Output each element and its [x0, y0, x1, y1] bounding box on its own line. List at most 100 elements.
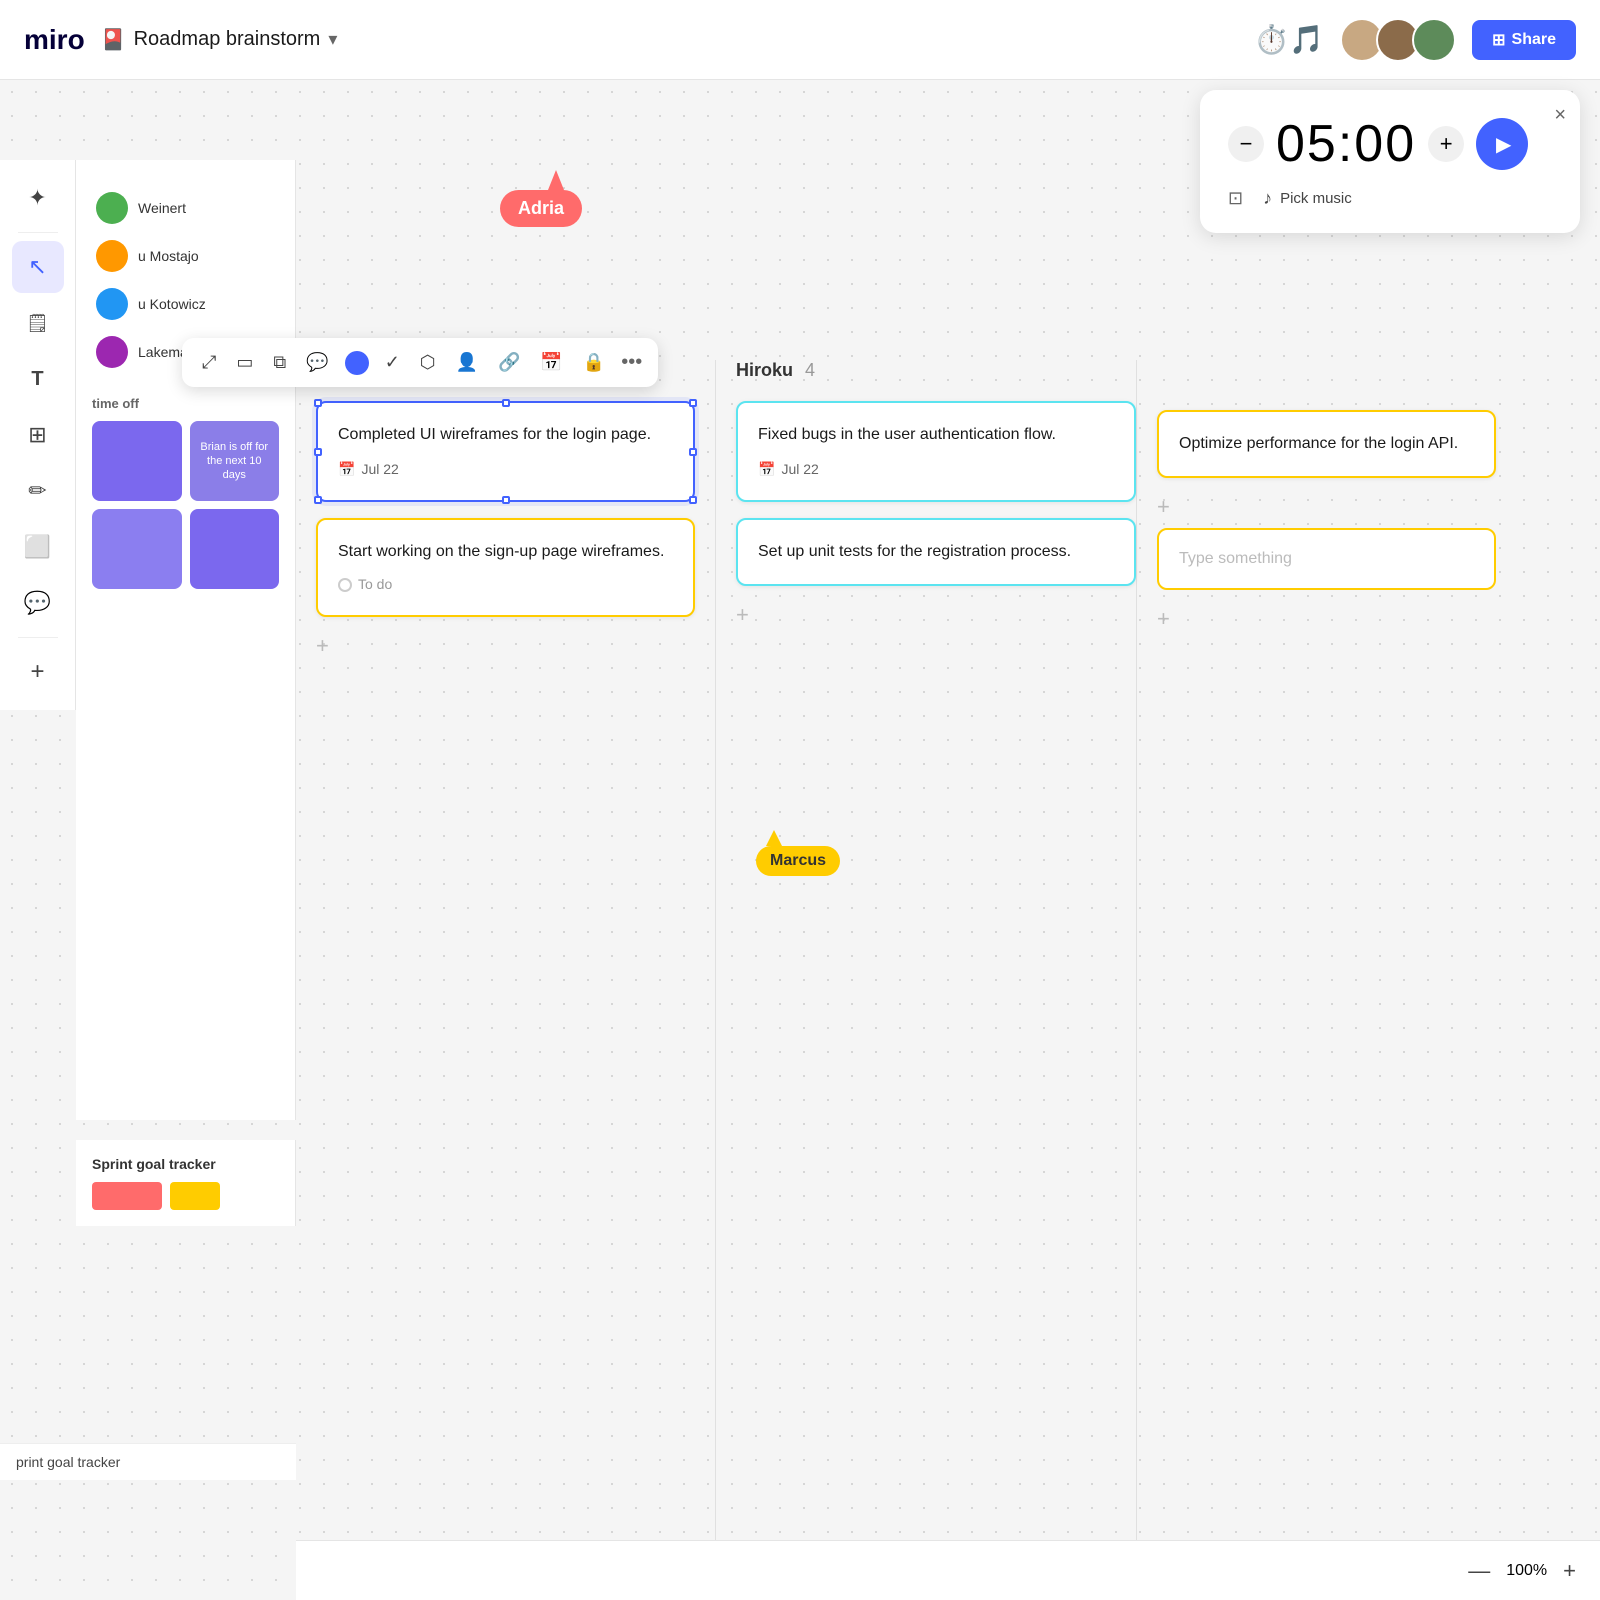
add-card-adria-button[interactable]: + — [316, 633, 695, 659]
timer-screen-icon[interactable]: ⊡ — [1228, 188, 1243, 209]
user-avatar-weinert — [96, 192, 128, 224]
print-goal-tracker[interactable]: print goal tracker — [0, 1443, 296, 1480]
status-dot — [338, 578, 352, 592]
floating-toolbar: ⤢ ▭ ⧉ 💬 ✓ ⬡ 👤 🔗 📅 🔒 ••• — [182, 338, 658, 387]
avatar-3[interactable] — [1412, 18, 1456, 62]
avatars — [1340, 18, 1456, 62]
handle-mr — [689, 448, 697, 456]
column-adria: Adria 3 Completed UI wireframes for the … — [316, 360, 716, 1580]
sprint-colors — [92, 1182, 279, 1210]
adria-cursor: Adria — [500, 170, 582, 227]
card-hiroku-1[interactable]: Fixed bugs in the user authentication fl… — [736, 401, 1136, 502]
calendar-icon-2: 📅 — [758, 459, 775, 480]
board-dropdown[interactable]: ▾ — [328, 29, 337, 50]
sprint-title: Sprint goal tracker — [92, 1156, 279, 1172]
handle-ml — [314, 448, 322, 456]
text-tool-button[interactable]: T — [12, 353, 64, 405]
timer-display: − 05:00 + — [1228, 114, 1552, 174]
column-hiroku: Hiroku 4 Fixed bugs in the user authenti… — [716, 360, 1136, 1580]
add-card-hiroku-button[interactable]: + — [736, 602, 1136, 628]
zoom-in-button[interactable]: + — [1563, 1558, 1576, 1584]
ft-link-button[interactable]: 🔗 — [494, 348, 524, 377]
canvas[interactable]: Patricia Adria ✦ ↖ 🗒 T ⊞ ✏ ⬜ 💬 + Weinert — [0, 80, 1600, 1600]
ft-chat-button[interactable]: 💬 — [302, 348, 332, 377]
card-hiroku-2[interactable]: Set up unit tests for the registration p… — [736, 518, 1136, 586]
mini-card-2[interactable]: Brian is off for the next 10 days — [190, 421, 280, 501]
timer-music-button[interactable]: ♪ Pick music — [1263, 188, 1352, 209]
ft-expand-button[interactable]: ⤢ — [198, 348, 220, 377]
user-item-weinert: Weinert — [92, 184, 279, 232]
shapes-tool-button[interactable]: ⊞ — [12, 409, 64, 461]
card-right-1[interactable]: Optimize performance for the login API. — [1157, 410, 1496, 478]
handle-tm — [502, 399, 510, 407]
topbar: miro 🎴 Roadmap brainstorm ▾ ⏱️🎵 ⊞ Share — [0, 0, 1600, 80]
timer-play-button[interactable] — [1476, 118, 1528, 170]
ft-calendar-button[interactable]: 📅 — [536, 348, 566, 377]
col-count-hiroku: 4 — [805, 360, 815, 381]
ft-lock-button[interactable]: 🔒 — [579, 348, 609, 377]
main-content: 4 Adria 3 Completed — [296, 340, 1600, 1600]
card-hiroku-1-date: 📅 Jul 22 — [758, 459, 1114, 480]
user-name-mostajo: u Mostajo — [138, 248, 199, 264]
mini-card-3[interactable] — [92, 509, 182, 589]
add-card-right-bottom-button[interactable]: + — [1157, 606, 1496, 632]
sprint-color-red — [92, 1182, 162, 1210]
frame-tool-button[interactable]: ⬜ — [12, 521, 64, 573]
column-right: Optimize performance for the login API. … — [1136, 360, 1496, 1580]
ft-color-button[interactable] — [345, 351, 369, 375]
note-tool-button[interactable]: 🗒 — [12, 297, 64, 349]
ft-frame-button[interactable]: ▭ — [232, 348, 257, 377]
timer-time: 05:00 — [1276, 114, 1416, 174]
add-tool-button[interactable]: + — [12, 646, 64, 698]
card-adria-1[interactable]: Completed UI wireframes for the login pa… — [316, 401, 695, 502]
timer-close-button[interactable]: × — [1554, 104, 1566, 127]
brian-text: Brian is off for the next 10 days — [190, 432, 280, 491]
mini-card-4[interactable] — [190, 509, 280, 589]
user-name-kotowicz: u Kotowicz — [138, 296, 206, 312]
mini-card-1[interactable] — [92, 421, 182, 501]
ft-more-button[interactable]: ••• — [621, 351, 642, 374]
comment-tool-button[interactable]: 💬 — [12, 577, 64, 629]
music-icon: ♪ — [1263, 188, 1272, 209]
board-icon: 🎴 — [101, 27, 126, 52]
card-adria-2[interactable]: Start working on the sign-up page wirefr… — [316, 518, 695, 617]
share-button[interactable]: ⊞ Share — [1472, 20, 1576, 60]
bottom-bar: — 100% + — [296, 1540, 1600, 1600]
card-hiroku-1-text: Fixed bugs in the user authentication fl… — [758, 426, 1056, 443]
share-icon: ⊞ — [1492, 30, 1505, 50]
timer-icon[interactable]: ⏱️🎵 — [1254, 23, 1324, 56]
pen-tool-button[interactable]: ✏ — [12, 465, 64, 517]
timer-minus-button[interactable]: − — [1228, 126, 1264, 162]
zoom-out-button[interactable]: — — [1468, 1558, 1490, 1584]
sidebar-panel: Weinert u Mostajo u Kotowicz Lakeman tim… — [76, 160, 296, 1120]
user-name-weinert: Weinert — [138, 200, 186, 216]
ft-person-button[interactable]: 👤 — [452, 348, 482, 377]
ai-tool-button[interactable]: ✦ — [12, 172, 64, 224]
handle-tr — [689, 399, 697, 407]
left-toolbar: ✦ ↖ 🗒 T ⊞ ✏ ⬜ 💬 + — [0, 160, 76, 710]
handle-bl — [314, 496, 322, 504]
sprint-section: Sprint goal tracker — [76, 1140, 296, 1226]
type-something-card[interactable]: Type something — [1157, 528, 1496, 590]
user-avatar-lakeman — [96, 336, 128, 368]
ft-tag-button[interactable]: ⬡ — [416, 348, 440, 377]
user-avatar-mostajo — [96, 240, 128, 272]
timer-widget: × − 05:00 + ⊡ ♪ Pick music — [1200, 90, 1580, 233]
logo: miro — [24, 24, 85, 56]
timer-plus-button[interactable]: + — [1428, 126, 1464, 162]
col-name-hiroku: Hiroku — [736, 360, 793, 381]
time-off-section: time off Brian is off for the next 10 da… — [92, 396, 279, 589]
time-off-cards: Brian is off for the next 10 days — [92, 421, 279, 589]
timer-music-label: Pick music — [1280, 190, 1352, 207]
ft-layers-button[interactable]: ⧉ — [269, 348, 290, 377]
add-card-right-button[interactable]: + — [1157, 494, 1496, 520]
handle-br — [689, 496, 697, 504]
ft-check-button[interactable]: ✓ — [381, 348, 404, 377]
select-tool-button[interactable]: ↖ — [12, 241, 64, 293]
share-label: Share — [1512, 31, 1556, 49]
user-avatar-kotowicz — [96, 288, 128, 320]
kanban-board: Adria 3 Completed UI wireframes for the … — [296, 340, 1600, 1600]
user-item-kotowicz: u Kotowicz — [92, 280, 279, 328]
sprint-color-yellow — [170, 1182, 220, 1210]
col-header-hiroku: Hiroku 4 — [736, 360, 1136, 381]
